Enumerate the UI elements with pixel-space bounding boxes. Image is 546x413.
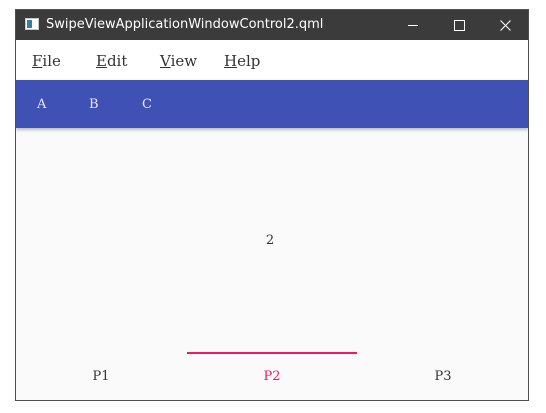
close-icon	[499, 19, 511, 31]
menu-edit-mnemonic: E	[96, 52, 107, 70]
footer-tab-bar: P1 P2 P3	[16, 350, 528, 400]
header-tab-a[interactable]: A	[37, 97, 46, 113]
footer-tab-p2[interactable]: P2	[187, 350, 357, 400]
minimize-icon	[408, 24, 418, 26]
menu-view[interactable]: View	[160, 52, 197, 70]
app-window: SwipeViewApplicationWindowControl2.qml F…	[15, 9, 529, 401]
footer-tab-p2-label: P2	[263, 369, 281, 384]
menu-view-label: iew	[170, 52, 198, 70]
app-icon	[25, 18, 39, 30]
menu-help-label: elp	[237, 52, 261, 70]
swipe-page-label: 2	[265, 233, 275, 248]
window-title: SwipeViewApplicationWindowControl2.qml	[46, 17, 324, 32]
menu-file[interactable]: File	[32, 52, 61, 70]
minimize-button[interactable]	[390, 10, 436, 40]
maximize-icon	[453, 19, 465, 31]
menu-bar: File Edit View Help	[16, 40, 528, 80]
menu-help[interactable]: Help	[224, 52, 260, 70]
menu-help-mnemonic: H	[224, 52, 238, 70]
menu-edit-label: dit	[106, 52, 128, 70]
header-tab-b[interactable]: B	[89, 97, 99, 113]
footer-tab-p3[interactable]: P3	[358, 350, 528, 400]
menu-file-label: ile	[42, 52, 61, 70]
header-tab-c[interactable]: C	[142, 97, 152, 113]
menu-edit[interactable]: Edit	[96, 52, 127, 70]
footer-tab-p3-label: P3	[434, 369, 452, 384]
close-button[interactable]	[482, 10, 528, 40]
header-tab-bar: A B C	[16, 80, 528, 128]
title-bar[interactable]: SwipeViewApplicationWindowControl2.qml	[16, 10, 528, 40]
menu-view-mnemonic: V	[160, 52, 171, 70]
footer-tab-p1-label: P1	[92, 369, 110, 384]
menu-file-mnemonic: F	[32, 52, 43, 70]
maximize-button[interactable]	[436, 10, 482, 40]
footer-tab-p1[interactable]: P1	[16, 350, 186, 400]
